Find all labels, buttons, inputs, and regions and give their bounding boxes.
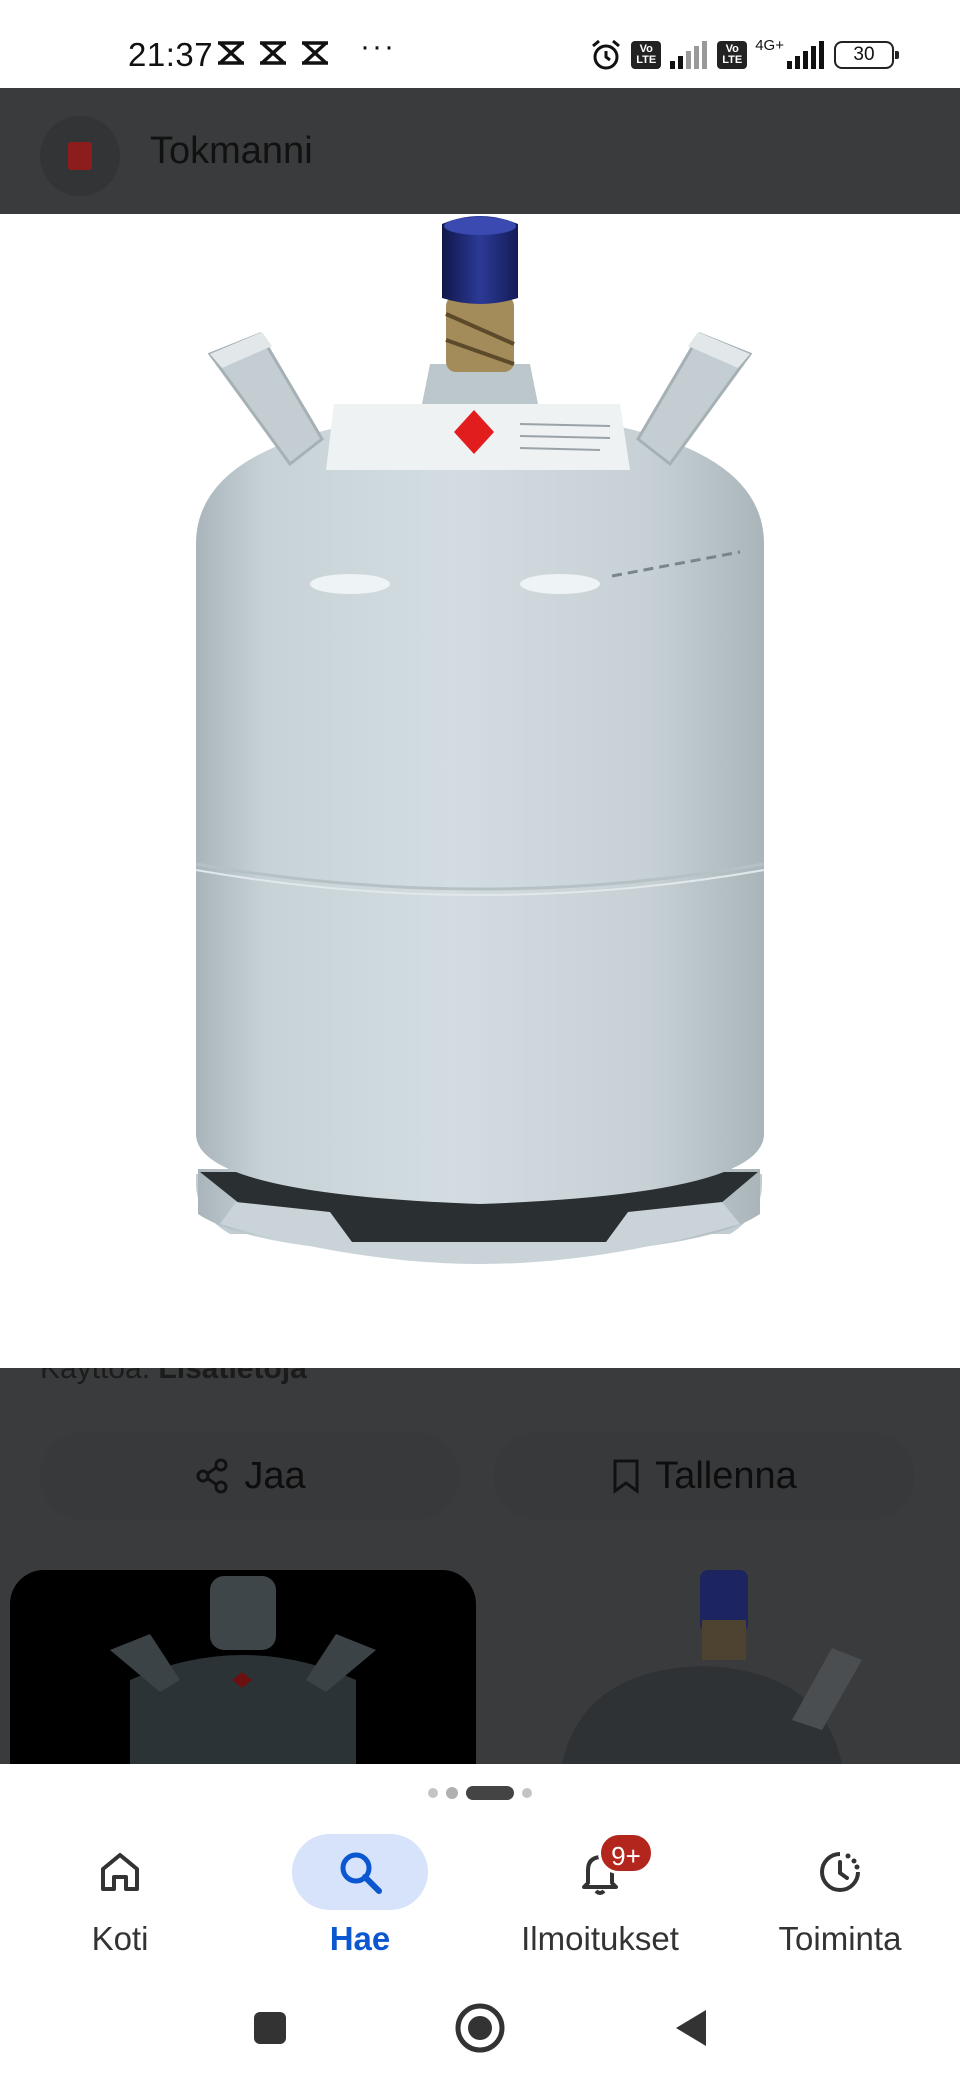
nav-item-search[interactable]: Hae: [240, 1826, 480, 1976]
back-button[interactable]: [660, 1998, 720, 2058]
recents-icon: [254, 2012, 286, 2044]
nav-icon-container: 9+: [532, 1832, 668, 1910]
site-logo[interactable]: [40, 116, 120, 196]
nav-item-home[interactable]: Koti: [0, 1826, 240, 1976]
gas-cylinder-illustration: [195, 216, 765, 1264]
share-button[interactable]: Jaa: [40, 1432, 460, 1520]
pager-dot[interactable]: [428, 1788, 438, 1798]
volte-badge-2: Vo LTE: [717, 41, 748, 69]
network-type: 4G+: [755, 36, 784, 54]
signal-icon-2: [787, 41, 824, 69]
activity-icon: [820, 1852, 860, 1892]
related-image-thumbnail[interactable]: [10, 1570, 476, 1764]
bookmark-icon: [613, 1459, 639, 1494]
x-notification-icon: [218, 41, 244, 65]
site-name[interactable]: Tokmanni: [150, 130, 313, 173]
share-label: Jaa: [244, 1454, 306, 1497]
share-icon: [196, 1458, 228, 1494]
image-pager: [0, 1786, 960, 1800]
search-icon: [340, 1852, 382, 1894]
more-notifications-icon: ···: [360, 30, 396, 63]
signal-icon: [670, 41, 708, 69]
home-circle-icon: [455, 2003, 505, 2053]
battery-icon: 30: [834, 41, 899, 69]
x-notification-icon: [260, 41, 286, 65]
pager-dot[interactable]: [446, 1787, 458, 1799]
nav-icon-container: [52, 1834, 188, 1910]
status-indicators: Vo LTE Vo LTE 4G+ 30: [589, 36, 899, 72]
pager-dot[interactable]: [522, 1788, 532, 1798]
nav-label: Koti: [91, 1920, 149, 1957]
product-image[interactable]: [0, 214, 960, 1368]
home-button[interactable]: [450, 1998, 510, 2058]
home-icon: [101, 1853, 139, 1891]
volte-badge: Vo LTE: [631, 41, 662, 69]
related-image-thumbnail[interactable]: [492, 1570, 950, 1764]
nav-icon-container: [772, 1834, 908, 1910]
nav-icon-container-active: [292, 1834, 428, 1910]
thumbnail-cylinder-grey: [110, 1576, 376, 1764]
thumbnail-cylinder-blue-cap: [562, 1570, 862, 1764]
pager-dot-active[interactable]: [466, 1786, 514, 1800]
site-header[interactable]: [0, 88, 960, 214]
status-bar: 21:37 ··· Vo LTE Vo LTE 4G+ 30: [0, 0, 960, 88]
recents-button[interactable]: [240, 1998, 300, 2058]
nav-item-notifications[interactable]: 9+ Ilmoitukset: [480, 1826, 720, 1976]
save-button[interactable]: Tallenna: [494, 1432, 914, 1520]
back-icon: [676, 2010, 706, 2046]
status-time: 21:37: [128, 36, 214, 73]
notification-badge: 9+: [598, 1832, 654, 1874]
alarm-icon: [592, 39, 621, 70]
nav-label: Hae: [329, 1920, 391, 1957]
save-label: Tallenna: [655, 1454, 797, 1497]
system-navigation-bar: [0, 1976, 960, 2080]
notification-icons: [216, 40, 330, 66]
x-notification-icon: [302, 41, 328, 65]
nav-label: Toiminta: [778, 1920, 902, 1957]
shopping-bag-icon: [68, 142, 92, 170]
nav-label: Ilmoitukset: [521, 1920, 679, 1957]
nav-item-activity[interactable]: Toiminta: [720, 1826, 960, 1976]
bottom-navigation: Koti Hae 9+ Ilmoitukset Toiminta: [0, 1826, 960, 1976]
